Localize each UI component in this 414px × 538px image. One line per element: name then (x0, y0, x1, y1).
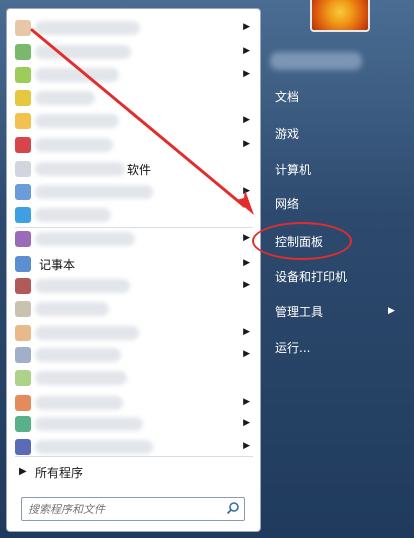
start-menu: ▶▶▶▶▶软件▶▶记事本▶▶▶▶▶▶▶ ▶ 所有程序 文档游戏计算机网络控制面板… (0, 0, 414, 538)
annotation-arrow-icon (30, 28, 254, 215)
